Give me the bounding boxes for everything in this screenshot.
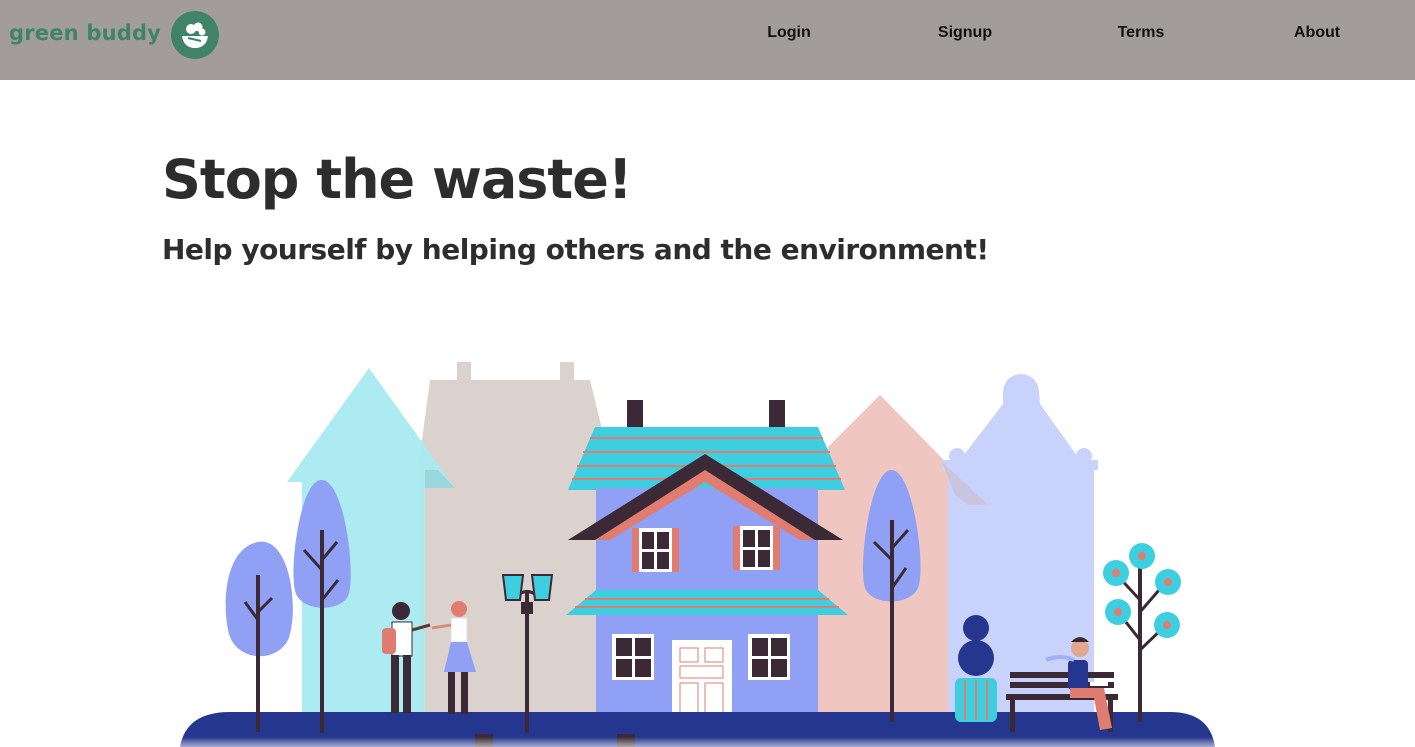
tree-left-small [225, 541, 293, 732]
main-house [566, 400, 848, 728]
nav-about-link[interactable]: About [1294, 24, 1340, 42]
nav-login-link[interactable]: Login [767, 24, 811, 42]
nav-signup-link[interactable]: Signup [938, 24, 992, 42]
hero-title: Stop the waste! [162, 148, 632, 211]
upper-window-right [733, 526, 780, 570]
salad-bowl-icon [171, 11, 220, 59]
upper-window-left [632, 528, 679, 572]
top-navbar: green buddy Login Signup Terms About [0, 0, 1415, 80]
brand-name: green buddy [9, 20, 162, 45]
brand-home-link[interactable]: green buddy [9, 10, 220, 60]
town-street-illustration [180, 362, 1215, 747]
lower-window-left [612, 634, 654, 680]
bottom-fade [0, 737, 1415, 747]
lower-window-right [748, 634, 790, 680]
nav-terms-link[interactable]: Terms [1118, 24, 1165, 42]
hero-subtitle: Help yourself by helping others and the … [162, 233, 989, 266]
